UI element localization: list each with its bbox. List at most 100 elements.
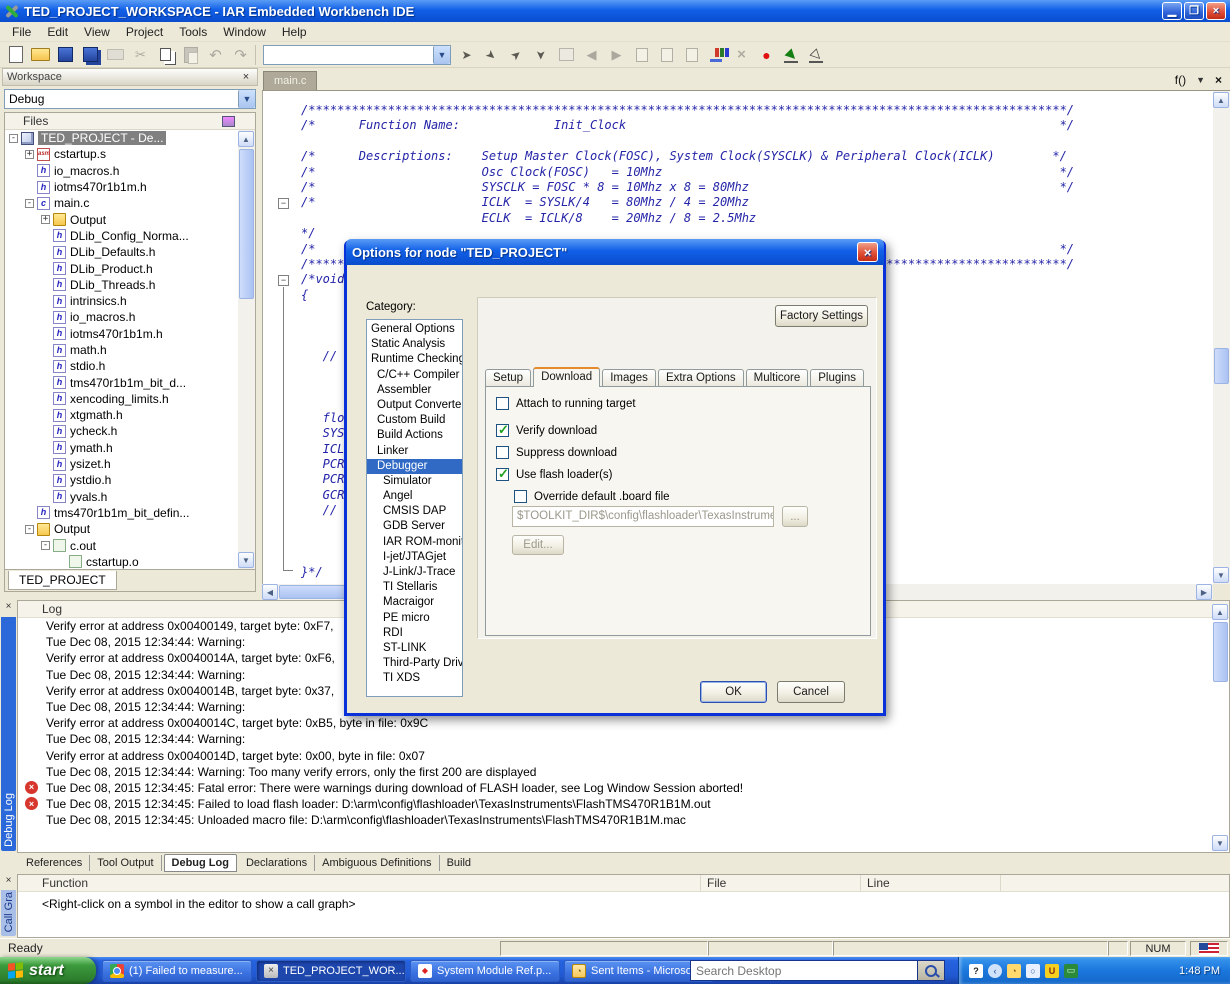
minimize-button[interactable]: ▁ [1162,2,1182,20]
find-combobox[interactable]: ▼ [263,44,451,65]
checkbox-row[interactable]: Override default .board file [514,490,870,503]
browse-window-icon[interactable] [555,44,578,66]
chevron-down-icon[interactable]: ▼ [238,90,255,108]
search-tray-icon[interactable]: ○ [1026,963,1040,978]
navigate-forward-icon[interactable] [605,44,628,66]
make-icon[interactable] [705,44,728,66]
copy-icon[interactable] [154,44,177,66]
tree-expander-icon[interactable]: - [25,198,34,208]
scroll-up-icon[interactable]: ▲ [1212,604,1228,620]
tree-item[interactable]: h ycheck.h [5,423,238,439]
chevron-down-icon[interactable]: ▼ [433,45,450,64]
call-graph-vertical-tab[interactable]: Call Gra [1,890,16,936]
checkbox[interactable] [496,397,509,410]
options-tab[interactable]: Extra Options [657,369,744,387]
navigate-backward-icon[interactable] [580,44,603,66]
goto-include-icon[interactable] [655,44,678,66]
tree-expander-icon[interactable]: + [41,215,50,225]
tree-expander-icon[interactable]: - [25,524,34,534]
category-item[interactable]: Debugger [367,458,462,474]
open-header-icon[interactable] [630,44,653,66]
close-button[interactable]: × [1206,2,1226,20]
tree-scrollbar-thumb[interactable] [239,149,254,299]
search-icon[interactable] [918,960,945,981]
cancel-button[interactable]: Cancel [777,681,845,703]
options-tab[interactable]: Download [533,367,601,387]
save-all-icon[interactable] [79,44,102,66]
find-input[interactable] [264,45,433,64]
taskbar-task[interactable]: TED_PROJECT_WOR... [256,959,406,982]
category-item[interactable]: Angel [367,489,462,504]
category-item[interactable]: Output Converter [367,398,462,413]
download-and-debug-icon[interactable] [780,44,803,66]
fold-marker-icon[interactable]: − [278,198,289,209]
ok-button[interactable]: OK [700,681,767,703]
tab-ted-project[interactable]: TED_PROJECT [8,571,117,590]
category-item[interactable]: RDI [367,626,462,641]
compile-icon[interactable] [680,44,703,66]
checkbox-row[interactable]: Suppress download [496,446,870,459]
toggle-breakpoint-icon[interactable] [755,44,778,66]
tree-item[interactable]: h tms470r1b1m_bit_d... [5,374,238,390]
menu-item[interactable]: View [76,23,118,41]
category-item[interactable]: Build Actions [367,428,462,443]
tree-expander-icon[interactable]: + [25,149,34,159]
tree-item[interactable]: cstartup.o [5,554,238,569]
tree-item[interactable]: h DLib_Config_Norma... [5,228,238,244]
category-item[interactable]: TI XDS [367,671,462,686]
tree-item[interactable]: h xtgmath.h [5,407,238,423]
category-item[interactable]: GDB Server [367,519,462,534]
menu-item[interactable]: Project [118,23,171,41]
help-tray-icon[interactable]: ? [969,963,983,978]
menu-item[interactable]: File [4,23,39,41]
clear-bookmarks-icon[interactable] [530,44,553,66]
tree-item[interactable]: h intrinsics.h [5,293,238,309]
menu-item[interactable]: Tools [171,23,215,41]
checkbox[interactable] [496,446,509,459]
dialog-close-button[interactable]: × [857,242,878,262]
checkbox[interactable] [496,422,509,438]
tree-item[interactable]: h stdio.h [5,358,238,374]
browse-button[interactable]: ... [782,506,808,527]
category-item[interactable]: General Options [367,322,462,337]
language-flag-cell[interactable] [1190,941,1228,956]
chevron-down-icon[interactable]: ▼ [1196,75,1205,85]
close-icon[interactable]: × [1,875,16,889]
category-item[interactable]: ST-LINK [367,641,462,656]
tree-expander-icon[interactable]: - [41,541,50,551]
tree-item[interactable]: h DLib_Defaults.h [5,244,238,260]
category-item[interactable]: Static Analysis [367,337,462,352]
previous-bookmark-icon[interactable] [480,44,503,66]
category-item[interactable]: C/C++ Compiler [367,368,462,383]
board-file-input[interactable]: $TOOLKIT_DIR$\config\flashloader\TexasIn… [512,506,774,527]
scroll-down-icon[interactable]: ▼ [238,552,254,568]
close-icon[interactable]: × [1,601,16,615]
category-item[interactable]: Third-Party Driver [367,656,462,671]
menu-item[interactable]: Edit [39,23,76,41]
checkbox-row[interactable]: Verify download [496,422,870,438]
redo-icon[interactable] [229,44,252,66]
network-tray-icon[interactable]: ▭ [1064,963,1078,978]
log-scroll-thumb[interactable] [1213,622,1228,682]
category-item[interactable]: Linker [367,444,462,459]
options-tab[interactable]: Multicore [745,369,809,387]
checkbox-row[interactable]: Attach to running target [496,397,870,410]
category-item[interactable]: TI Stellaris [367,580,462,595]
restore-button[interactable]: ❐ [1184,2,1204,20]
options-tab[interactable]: Images [602,369,656,387]
log-line[interactable]: × Tue Dec 08, 2015 12:34:44: Warning: To… [18,764,1229,780]
options-tab[interactable]: Plugins [810,369,864,387]
cut-icon[interactable] [129,44,152,66]
tree-item[interactable]: h ysizet.h [5,456,238,472]
category-item[interactable]: Simulator [367,474,462,489]
scroll-up-icon[interactable]: ▲ [238,131,254,147]
scroll-left-icon[interactable]: ◀ [262,584,278,600]
antivirus-tray-icon[interactable]: U [1045,963,1059,978]
tree-item[interactable]: h ymath.h [5,440,238,456]
tree-item[interactable]: - TED_PROJECT - De... [5,130,238,146]
tree-item[interactable]: + Output [5,211,238,227]
log-line[interactable]: × Tue Dec 08, 2015 12:34:45: Unloaded ma… [18,812,1229,828]
message-tab[interactable]: Declarations [239,854,316,871]
outlook-tray-icon[interactable]: ◔ [1007,963,1021,978]
tree-item[interactable]: h yvals.h [5,489,238,505]
